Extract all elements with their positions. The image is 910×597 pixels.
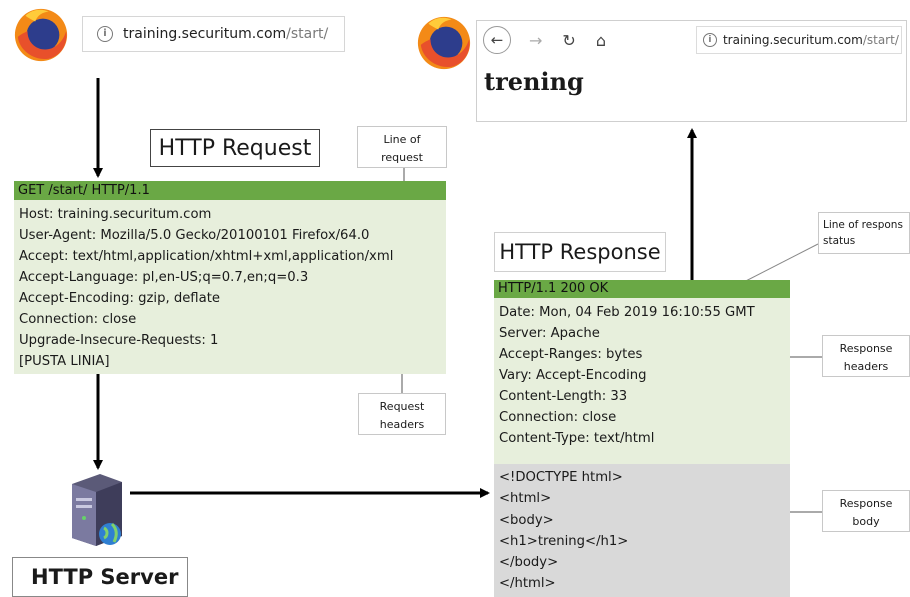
info-icon[interactable]: i xyxy=(702,33,717,47)
url-host: training.securitum.com xyxy=(722,33,863,47)
url-host: training.securitum.com xyxy=(123,26,287,42)
header-line: Accept: text/html,application/xhtml+xml,… xyxy=(19,249,394,264)
request-line: GET /start/ HTTP/1.1 xyxy=(14,181,446,200)
firefox-logo-icon xyxy=(14,8,68,62)
note-response-headers: Response headers xyxy=(822,335,910,377)
http-request-label: HTTP Request xyxy=(150,129,320,167)
response-body: <!DOCTYPE html> <html> <body> <h1>trenin… xyxy=(494,464,790,597)
response-headers: Date: Mon, 04 Feb 2019 16:10:55 GMT Serv… xyxy=(494,298,790,464)
header-line: Connection: close xyxy=(19,312,137,327)
body-line: <html> xyxy=(499,491,552,507)
body-line: <!DOCTYPE html> xyxy=(499,470,623,485)
reload-icon[interactable]: ↻ xyxy=(562,31,575,50)
server-icon xyxy=(72,474,122,546)
note-text: body xyxy=(852,515,880,528)
http-response-label: HTTP Response xyxy=(494,232,666,272)
header-line: Accept-Encoding: gzip, deflate xyxy=(19,291,220,306)
note-text: status xyxy=(823,235,856,247)
note-text: Line of respons xyxy=(823,219,903,231)
right-address-bar[interactable]: i training.securitum.com/start/ xyxy=(695,26,902,54)
header-line: Accept-Language: pl,en-US;q=0.7,en;q=0.3 xyxy=(19,270,309,285)
note-text: request xyxy=(381,151,423,164)
header-line: Vary: Accept-Encoding xyxy=(499,368,647,383)
header-line: User-Agent: Mozilla/5.0 Gecko/20100101 F… xyxy=(19,228,370,243)
header-line: Upgrade-Insecure-Requests: 1 xyxy=(19,333,219,348)
note-text: headers xyxy=(843,360,889,373)
note-text: Line of xyxy=(383,133,421,146)
header-line: Accept-Ranges: bytes xyxy=(499,347,643,362)
body-line: </html> xyxy=(499,576,556,592)
http-server-label: HTTP Server xyxy=(12,557,188,597)
header-line: Connection: close xyxy=(499,410,617,425)
note-text: headers xyxy=(379,418,425,431)
header-line: [PUSTA LINIA] xyxy=(19,354,110,369)
back-icon[interactable]: ← xyxy=(483,26,511,54)
forward-icon[interactable]: → xyxy=(529,31,542,50)
status-line: HTTP/1.1 200 OK xyxy=(494,280,790,298)
header-line: Content-Length: 33 xyxy=(499,389,628,404)
right-browser-window: ← → ↻ ⌂ i training.securitum.com/start/ … xyxy=(476,20,907,122)
header-line: Date: Mon, 04 Feb 2019 16:10:55 GMT xyxy=(499,305,755,320)
http-request-block: GET /start/ HTTP/1.1 Host: training.secu… xyxy=(14,181,446,374)
note-line-of-response-status: Line of respons status xyxy=(818,212,910,254)
header-line: Host: training.securitum.com xyxy=(19,207,212,222)
body-line: <h1>trening</h1> xyxy=(499,533,629,549)
header-line: Server: Apache xyxy=(499,326,600,341)
note-request-headers: Request headers xyxy=(358,393,446,435)
note-response-body: Response body xyxy=(822,490,910,532)
left-address-bar[interactable]: i training.securitum.com/start/ xyxy=(82,16,345,52)
body-line: </body> xyxy=(499,555,559,571)
note-text: Request xyxy=(379,400,425,413)
note-text: Response xyxy=(839,342,893,355)
http-response-block: HTTP/1.1 200 OK Date: Mon, 04 Feb 2019 1… xyxy=(494,280,790,597)
home-icon[interactable]: ⌂ xyxy=(596,31,606,50)
browser-toolbar: ← → ↻ ⌂ i training.securitum.com/start/ xyxy=(477,21,906,59)
url-path: /start/ xyxy=(862,33,899,47)
request-headers: Host: training.securitum.com User-Agent:… xyxy=(14,200,446,374)
url-path: /start/ xyxy=(286,26,329,42)
note-line-of-request: Line of request xyxy=(357,126,447,168)
header-line: Content-Type: text/html xyxy=(499,431,655,446)
globe-icon xyxy=(99,522,121,545)
firefox-logo-icon xyxy=(417,16,471,70)
note-text: Response xyxy=(839,497,893,510)
body-line: <body> xyxy=(499,512,554,528)
info-icon[interactable]: i xyxy=(97,26,113,42)
page-heading: trening xyxy=(484,67,584,96)
